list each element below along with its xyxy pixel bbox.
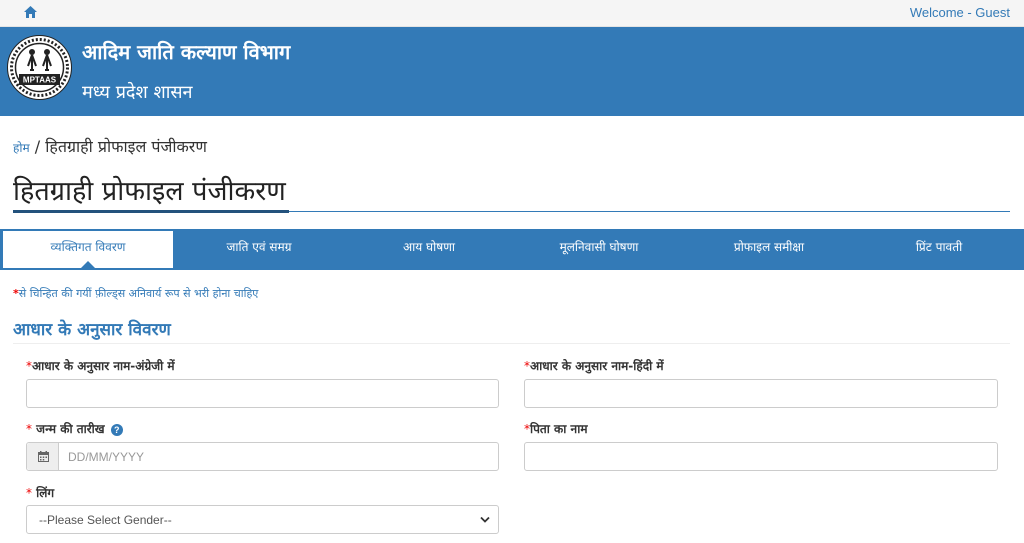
- tab-domicile-declaration[interactable]: मूलनिवासी घोषणा: [514, 229, 684, 270]
- gender-select-value: --Please Select Gender--: [39, 513, 172, 527]
- header-title: आदिम जाति कल्याण विभाग: [82, 40, 291, 64]
- chevron-down-icon: [480, 516, 490, 523]
- logo-text: MPTAAS: [23, 76, 57, 85]
- breadcrumb-separator: /: [29, 137, 46, 156]
- breadcrumb-current: हितग्राही प्रोफाइल पंजीकरण: [45, 137, 207, 156]
- dob-input-group: [26, 442, 499, 471]
- name-hindi-label: *आधार के अनुसार नाम-हिंदी में: [524, 357, 664, 374]
- dob-label: * जन्म की तारीख ?: [26, 420, 123, 437]
- name-english-label: *आधार के अनुसार नाम-अंग्रेजी में: [26, 357, 175, 374]
- title-underline: [13, 210, 289, 213]
- department-logo: MPTAAS: [7, 35, 72, 100]
- tab-profile-review[interactable]: प्रोफाइल समीक्षा: [684, 229, 854, 270]
- wizard-tabs: व्यक्तिगत विवरण जाति एवं समग्र आय घोषणा …: [0, 229, 1024, 270]
- gender-select[interactable]: --Please Select Gender--: [26, 505, 499, 534]
- dob-input[interactable]: [60, 443, 498, 470]
- name-english-input[interactable]: [26, 379, 499, 408]
- father-name-label: *पिता का नाम: [524, 420, 588, 437]
- father-name-input[interactable]: [524, 442, 998, 471]
- tab-print-receipt[interactable]: प्रिंट पावती: [854, 229, 1024, 270]
- breadcrumb-home-link[interactable]: होम: [13, 141, 30, 155]
- gender-label: * लिंग: [26, 484, 54, 501]
- name-hindi-input[interactable]: [524, 379, 998, 408]
- section-divider: [13, 343, 1010, 344]
- welcome-text[interactable]: Welcome - Guest: [910, 5, 1010, 20]
- father-name-label-text: पिता का नाम: [530, 422, 588, 436]
- calendar-icon: [38, 451, 49, 462]
- top-utility-bar: Welcome - Guest: [0, 0, 1024, 27]
- header-subtitle: मध्य प्रदेश शासन: [82, 82, 193, 103]
- gender-label-text: लिंग: [32, 486, 55, 500]
- calendar-addon[interactable]: [27, 443, 59, 470]
- section-title: आधार के अनुसार विवरण: [13, 320, 171, 340]
- site-header: MPTAAS आदिम जाति कल्याण विभाग मध्य प्रदे…: [0, 27, 1024, 116]
- page-title: हितग्राही प्रोफाइल पंजीकरण: [13, 176, 286, 207]
- tab-personal-details[interactable]: व्यक्तिगत विवरण: [2, 230, 174, 269]
- dob-label-text: जन्म की तारीख: [32, 422, 105, 436]
- required-fields-note: *से चिन्हित की गयीं फ़ील्ड्स अनिवार्य रू…: [13, 286, 258, 301]
- name-hindi-label-text: आधार के अनुसार नाम-हिंदी में: [530, 359, 664, 373]
- name-english-label-text: आधार के अनुसार नाम-अंग्रेजी में: [32, 359, 175, 373]
- home-icon[interactable]: [24, 6, 37, 18]
- tab-income-declaration[interactable]: आय घोषणा: [344, 229, 514, 270]
- required-note-text: से चिन्हित की गयीं फ़ील्ड्स अनिवार्य रूप…: [18, 287, 259, 300]
- tab-caste-samagra[interactable]: जाति एवं समग्र: [174, 229, 344, 270]
- question-circle-icon[interactable]: ?: [110, 423, 123, 436]
- breadcrumb: होम / हितग्राही प्रोफाइल पंजीकरण: [13, 135, 207, 157]
